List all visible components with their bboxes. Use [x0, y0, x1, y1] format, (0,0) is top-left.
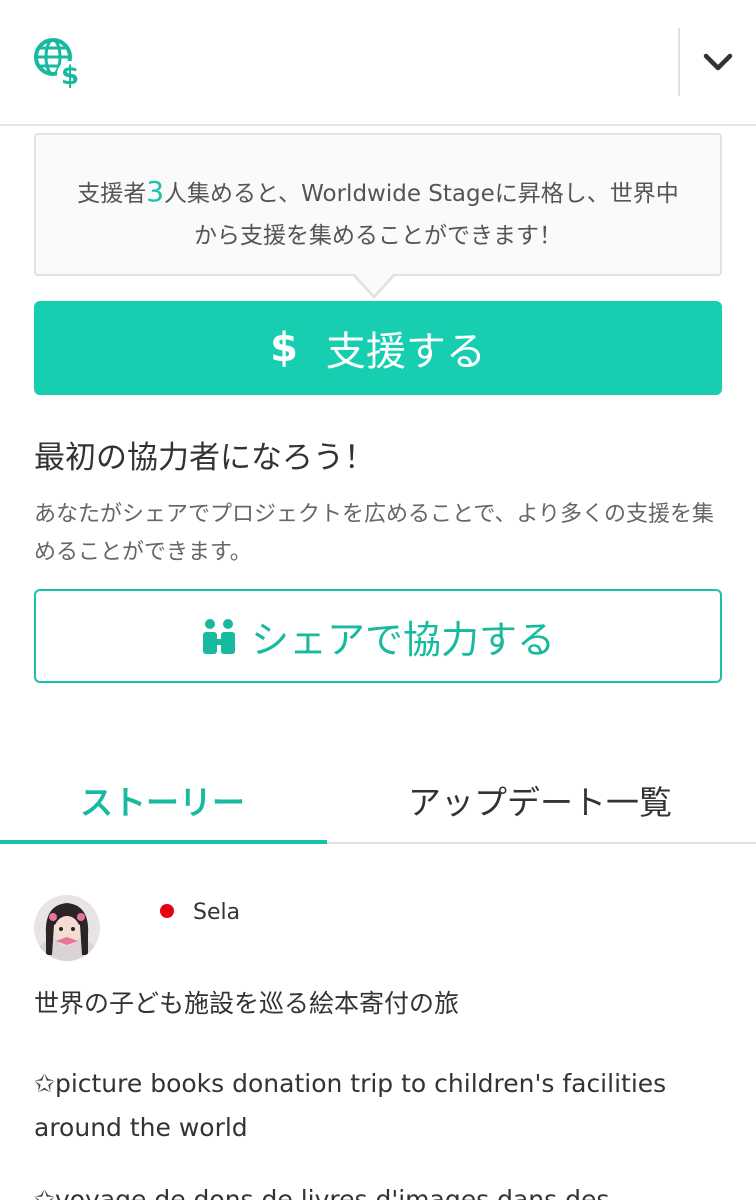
tab-story[interactable]: ストーリー	[80, 776, 245, 824]
share-button[interactable]: シェアで協力する	[34, 589, 722, 683]
active-tab-indicator	[0, 840, 327, 844]
support-button-label: 支援する	[325, 329, 486, 375]
app-header: $	[0, 0, 756, 126]
author-avatar[interactable]	[34, 895, 100, 961]
cooperate-description: あなたがシェアでプロジェクトを広めることで、より多くの支援を集めることができます…	[34, 502, 715, 565]
svg-text:$: $	[61, 61, 79, 90]
author-name[interactable]: Sela	[193, 900, 240, 925]
globe-dollar-icon[interactable]: $	[30, 36, 84, 90]
tooltip-text-before: 支援者	[77, 181, 147, 207]
people-icon	[202, 619, 235, 654]
supporters-needed-count: 3	[146, 175, 165, 208]
header-divider	[678, 28, 680, 96]
share-button-label: シェアで協力する	[250, 617, 555, 662]
cooperate-title: 最初の協力者になろう！	[34, 440, 375, 476]
story-title: 世界の子ども施設を巡る絵本寄付の旅	[34, 989, 460, 1018]
tooltip-arrow-fill	[354, 273, 394, 295]
tab-updates[interactable]: アップデート一覧	[408, 776, 672, 824]
dollar-icon: $	[270, 325, 298, 371]
tooltip-text-after: 人集めると、Worldwide Stageに昇格し、世界中から支援を集めることが…	[164, 181, 679, 249]
story-paragraph-fr: ✩voyage de dons de livres d'images dans …	[34, 1185, 610, 1200]
stage-upgrade-tooltip: 支援者3人集めると、Worldwide Stageに昇格し、世界中から支援を集め…	[34, 133, 722, 276]
content-tabs: ストーリー アップデート一覧	[0, 752, 756, 844]
support-button[interactable]: $ 支援する	[34, 301, 722, 395]
chevron-down-icon[interactable]	[700, 44, 736, 80]
story-paragraph-en: ✩picture books donation trip to children…	[34, 1069, 667, 1142]
japan-flag-icon	[150, 900, 184, 922]
